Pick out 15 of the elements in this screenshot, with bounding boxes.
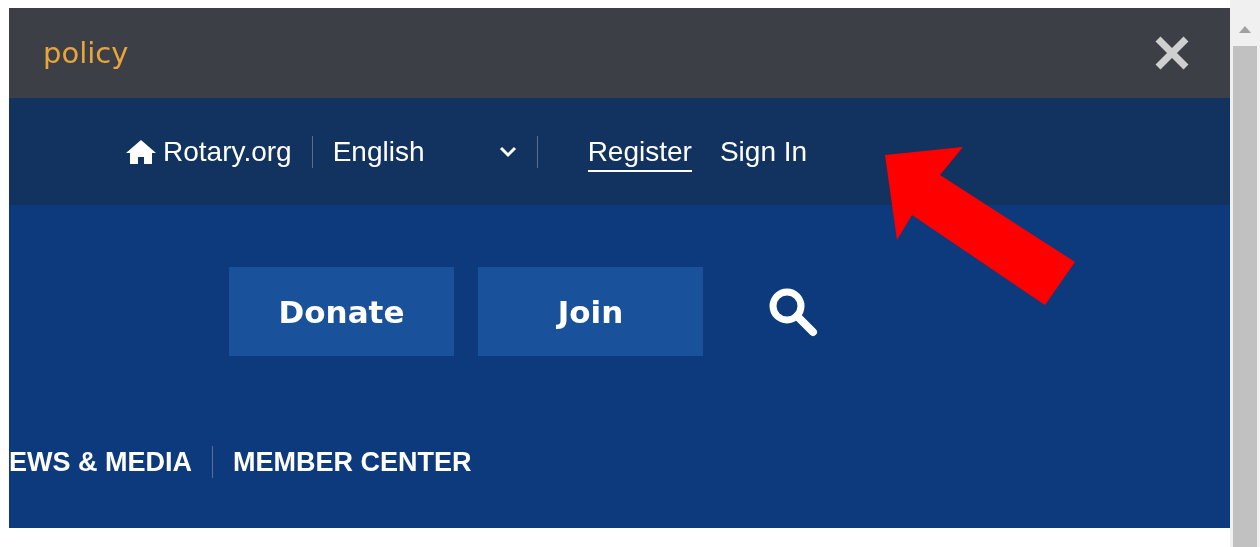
banner-text: policy <box>43 36 129 70</box>
home-icon <box>125 138 157 165</box>
home-link[interactable]: Rotary.org <box>125 135 292 168</box>
action-button[interactable]: Donate <box>229 267 454 356</box>
scroll-thumb[interactable] <box>1233 46 1257 547</box>
menu-item[interactable]: MEMBER CENTER <box>233 446 472 478</box>
scrollbar[interactable] <box>1230 0 1260 547</box>
nav-link[interactable]: Register <box>587 135 692 172</box>
nav-link[interactable]: Sign In <box>719 135 808 172</box>
action-button[interactable]: Join <box>478 267 703 356</box>
chevron-icon <box>498 145 517 158</box>
close-icon[interactable] <box>1154 35 1190 71</box>
menu-item[interactable]: EWS & MEDIA <box>9 446 192 478</box>
language-select[interactable]: English <box>332 135 517 168</box>
scroll-up-icon[interactable] <box>1238 24 1252 34</box>
